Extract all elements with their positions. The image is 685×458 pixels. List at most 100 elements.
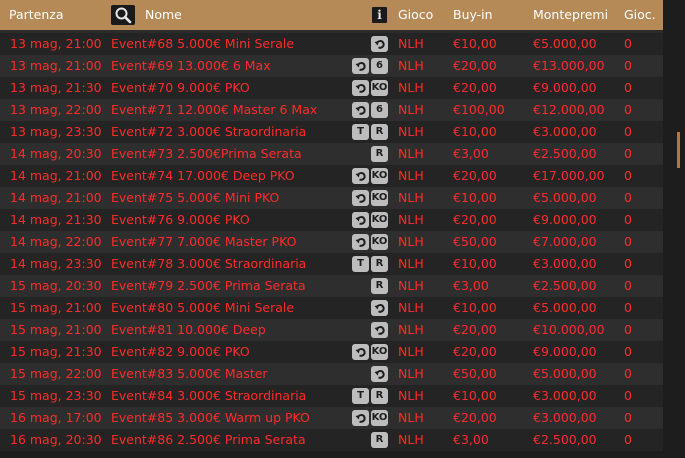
rebuy-arrow-icon bbox=[355, 62, 366, 71]
table-row[interactable]: 13 mag, 21:30 Event#70 9.000€ PKO NLH €20,0… bbox=[0, 77, 663, 99]
cell-start: 15 mag, 22:00 bbox=[10, 366, 102, 381]
tournament-list: 13 mag, 21:00 Event#68 5.000€ Mini Serale… bbox=[0, 30, 663, 458]
table-row[interactable]: 13 mag, 23:30 Event#72 3.000€ Straordinar… bbox=[0, 121, 663, 143]
rebuy-arrow-icon bbox=[355, 348, 366, 357]
col-header-players[interactable]: Gioc. bbox=[624, 0, 656, 30]
badge-ko: KO bbox=[371, 212, 388, 228]
cell-prize: €5.000,00 bbox=[533, 36, 597, 51]
cell-game: NLH bbox=[398, 36, 424, 51]
table-row[interactable]: 14 mag, 22:00 Event#77 7.000€ Master PKO N… bbox=[0, 231, 663, 253]
table-row[interactable]: 14 mag, 20:30 Event#73 2.500€Prima Serata… bbox=[0, 143, 663, 165]
cell-start: 15 mag, 21:00 bbox=[10, 322, 102, 337]
cell-name: Event#84 3.000€ Straordinaria bbox=[111, 388, 307, 403]
col-header-prize[interactable]: Montepremi bbox=[533, 0, 608, 30]
tournament-type-badges: KO bbox=[352, 344, 388, 360]
cell-start: 13 mag, 21:00 bbox=[10, 36, 102, 51]
badge-t: T bbox=[352, 388, 369, 404]
rebuy-badge bbox=[371, 322, 388, 338]
badge-6: 6 bbox=[371, 102, 388, 118]
col-header-name[interactable]: Nome bbox=[145, 0, 182, 30]
cell-prize: €2.500,00 bbox=[533, 432, 597, 447]
cell-name: Event#75 5.000€ Mini PKO bbox=[111, 190, 280, 205]
cell-players: 0 bbox=[624, 58, 632, 73]
cell-players: 0 bbox=[624, 36, 632, 51]
table-row[interactable]: 14 mag, 21:00 Event#74 17.000€ Deep PKO NL… bbox=[0, 165, 663, 187]
cell-players: 0 bbox=[624, 190, 632, 205]
table-row[interactable]: 15 mag, 21:00 Event#80 5.000€ Mini Serale… bbox=[0, 297, 663, 319]
badge-r: R bbox=[371, 146, 388, 162]
cell-prize: €3.000,00 bbox=[533, 256, 597, 271]
table-row[interactable]: 15 mag, 21:00 Event#81 10.000€ Deep NLH €20… bbox=[0, 319, 663, 341]
table-row[interactable]: 15 mag, 21:30 Event#82 9.000€ PKO NLH €20,0… bbox=[0, 341, 663, 363]
cell-name: Event#72 3.000€ Straordinaria bbox=[111, 124, 307, 139]
cell-game: NLH bbox=[398, 278, 424, 293]
tournament-type-badges: KO bbox=[352, 212, 388, 228]
cell-game: NLH bbox=[398, 344, 424, 359]
scrollbar-track[interactable] bbox=[675, 0, 685, 458]
cell-start: 15 mag, 20:30 bbox=[10, 278, 102, 293]
table-row[interactable]: 15 mag, 23:30 Event#84 3.000€ Straordinar… bbox=[0, 385, 663, 407]
cell-start: 13 mag, 21:30 bbox=[10, 80, 102, 95]
cell-prize: €9.000,00 bbox=[533, 344, 597, 359]
cell-name: Event#86 2.500€ Prima Serata bbox=[111, 432, 306, 447]
table-row[interactable]: 13 mag, 22:00 Event#71 12.000€ Master 6 M… bbox=[0, 99, 663, 121]
badge-ko: KO bbox=[371, 344, 388, 360]
cell-game: NLH bbox=[398, 432, 424, 447]
badge-t: T bbox=[352, 256, 369, 272]
cell-start: 15 mag, 21:30 bbox=[10, 344, 102, 359]
rebuy-arrow-icon bbox=[374, 40, 385, 49]
cell-prize: €2.500,00 bbox=[533, 278, 597, 293]
cell-players: 0 bbox=[624, 256, 632, 271]
cell-game: NLH bbox=[398, 256, 424, 271]
rebuy-badge bbox=[371, 366, 388, 382]
cell-players: 0 bbox=[624, 278, 632, 293]
cell-name: Event#78 3.000€ Straordinaria bbox=[111, 256, 307, 271]
cell-game: NLH bbox=[398, 300, 424, 315]
table-row[interactable]: 16 mag, 17:00 Event#85 3.000€ Warm up PKO… bbox=[0, 407, 663, 429]
cell-prize: €7.000,00 bbox=[533, 234, 597, 249]
cell-name: Event#83 5.000€ Master bbox=[111, 366, 268, 381]
col-header-game[interactable]: Gioco bbox=[398, 0, 433, 30]
table-row[interactable]: 15 mag, 20:30 Event#79 2.500€ Prima Serat… bbox=[0, 275, 663, 297]
cell-prize: €2.500,00 bbox=[533, 146, 597, 161]
cell-name: Event#85 3.000€ Warm up PKO bbox=[111, 410, 310, 425]
cell-start: 14 mag, 21:30 bbox=[10, 212, 102, 227]
badge-r: R bbox=[371, 388, 388, 404]
search-button[interactable] bbox=[111, 5, 135, 25]
scrollbar-thumb[interactable] bbox=[677, 132, 680, 168]
cell-prize: €13.000,00 bbox=[533, 58, 605, 73]
info-icon[interactable]: i bbox=[372, 7, 387, 23]
table-row[interactable]: 14 mag, 21:30 Event#76 9.000€ PKO NLH €20,0… bbox=[0, 209, 663, 231]
cell-start: 14 mag, 21:00 bbox=[10, 190, 102, 205]
tournament-type-badges: 6 bbox=[352, 102, 388, 118]
tournament-type-badges: R bbox=[371, 146, 388, 162]
tournament-type-badges: KO bbox=[352, 410, 388, 426]
tournament-type-badges: KO bbox=[352, 80, 388, 96]
table-row[interactable]: 13 mag, 21:00 Event#68 5.000€ Mini Serale… bbox=[0, 33, 663, 55]
cell-game: NLH bbox=[398, 234, 424, 249]
cell-buyin: €100,00 bbox=[453, 102, 505, 117]
cell-name: Event#80 5.000€ Mini Serale bbox=[111, 300, 295, 315]
cell-name: Event#82 9.000€ PKO bbox=[111, 344, 250, 359]
rebuy-arrow-icon bbox=[355, 194, 366, 203]
cell-buyin: €50,00 bbox=[453, 234, 497, 249]
cell-name: Event#81 10.000€ Deep bbox=[111, 322, 266, 337]
tournament-type-badges: R bbox=[371, 432, 388, 448]
cell-players: 0 bbox=[624, 300, 632, 315]
cell-buyin: €20,00 bbox=[453, 58, 497, 73]
table-row[interactable]: 16 mag, 20:30 Event#86 2.500€ Prima Serat… bbox=[0, 429, 663, 451]
cell-name: Event#70 9.000€ PKO bbox=[111, 80, 250, 95]
table-row[interactable]: 14 mag, 21:00 Event#75 5.000€ Mini PKO NLH… bbox=[0, 187, 663, 209]
cell-players: 0 bbox=[624, 234, 632, 249]
cell-game: NLH bbox=[398, 146, 424, 161]
col-header-start[interactable]: Partenza bbox=[9, 0, 64, 30]
cell-prize: €9.000,00 bbox=[533, 80, 597, 95]
rebuy-arrow-icon bbox=[374, 304, 385, 313]
cell-start: 13 mag, 22:00 bbox=[10, 102, 102, 117]
rebuy-arrow-icon bbox=[355, 216, 366, 225]
rebuy-arrow-icon bbox=[355, 172, 366, 181]
table-row[interactable]: 14 mag, 23:30 Event#78 3.000€ Straordinar… bbox=[0, 253, 663, 275]
table-row[interactable]: 13 mag, 21:00 Event#69 13.000€ 6 Max NLH €2… bbox=[0, 55, 663, 77]
table-row[interactable]: 15 mag, 22:00 Event#83 5.000€ Master NLH €5… bbox=[0, 363, 663, 385]
col-header-buyin[interactable]: Buy-in bbox=[453, 0, 493, 30]
